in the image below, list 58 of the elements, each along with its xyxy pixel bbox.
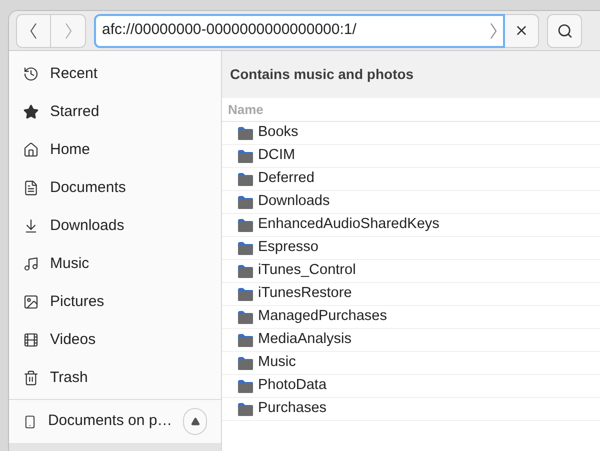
eject-button[interactable] bbox=[183, 408, 207, 435]
folder-icon bbox=[237, 218, 254, 232]
sidebar-item[interactable]: Documents on p… bbox=[9, 400, 221, 443]
file-row[interactable]: Books bbox=[222, 122, 600, 145]
file-row[interactable]: DCIM bbox=[222, 145, 600, 168]
file-row[interactable]: MediaAnalysis bbox=[222, 329, 600, 352]
search-button[interactable] bbox=[547, 14, 582, 48]
folder-icon bbox=[237, 310, 254, 324]
sidebar-item[interactable]: Pictures bbox=[9, 283, 221, 321]
file-row[interactable]: PhotoData bbox=[222, 375, 600, 398]
folder-icon bbox=[237, 286, 254, 302]
star-icon bbox=[23, 104, 39, 120]
file-row[interactable]: Music bbox=[222, 352, 600, 375]
picture-icon bbox=[23, 294, 39, 310]
close-icon bbox=[514, 23, 529, 38]
search-icon bbox=[556, 22, 572, 38]
clock-icon bbox=[23, 66, 39, 82]
chevron-left-icon bbox=[30, 22, 37, 38]
chevron-right-icon bbox=[490, 22, 497, 38]
folder-icon bbox=[237, 194, 254, 210]
location-text: afc://00000000-0000000000000000:1/ bbox=[102, 20, 358, 40]
eject-icon bbox=[190, 417, 200, 426]
file-row[interactable]: iTunes_Control bbox=[222, 260, 600, 283]
folder-icon bbox=[237, 332, 254, 348]
folder-icon bbox=[237, 240, 254, 256]
folder-icon bbox=[237, 172, 254, 186]
chevron-right-icon bbox=[64, 22, 72, 38]
folder-icon bbox=[237, 356, 254, 370]
sidebar-item[interactable]: Videos bbox=[9, 321, 221, 359]
file-row[interactable]: EnhancedAudioSharedKeys bbox=[222, 214, 600, 237]
trash-icon bbox=[23, 370, 39, 386]
location-field[interactable]: afc://00000000-0000000000000000:1/ bbox=[94, 14, 505, 48]
folder-icon bbox=[237, 378, 254, 394]
banner-text: Contains music and photos bbox=[230, 65, 414, 84]
file-row[interactable]: ManagedPurchases bbox=[222, 306, 600, 329]
download-icon bbox=[23, 218, 39, 234]
file-row[interactable]: iTunesRestore bbox=[222, 283, 600, 306]
phone-icon bbox=[23, 414, 37, 430]
music-note-icon bbox=[23, 256, 39, 272]
sidebar-item[interactable]: Documents bbox=[9, 169, 221, 207]
sidebar-item[interactable]: Music bbox=[9, 245, 221, 283]
clear-button[interactable] bbox=[505, 14, 539, 48]
sidebar-item[interactable]: Recent bbox=[9, 55, 221, 93]
home-icon bbox=[23, 142, 39, 158]
folder-icon bbox=[237, 126, 254, 140]
file-row[interactable]: Downloads bbox=[222, 191, 600, 214]
folder-icon bbox=[237, 402, 254, 416]
document-icon bbox=[23, 180, 39, 196]
file-row[interactable]: Purchases bbox=[222, 398, 600, 421]
folder-icon bbox=[237, 148, 254, 164]
sidebar-item[interactable]: Starred bbox=[9, 93, 221, 131]
sidebar-item[interactable]: Downloads bbox=[9, 207, 221, 245]
film-icon bbox=[23, 332, 39, 348]
sidebar-item[interactable]: Trash bbox=[9, 359, 221, 397]
file-row[interactable]: Deferred bbox=[222, 168, 600, 191]
folder-icon bbox=[237, 264, 254, 278]
file-row[interactable]: Espresso bbox=[222, 237, 600, 260]
sidebar-item[interactable]: Home bbox=[9, 131, 221, 169]
